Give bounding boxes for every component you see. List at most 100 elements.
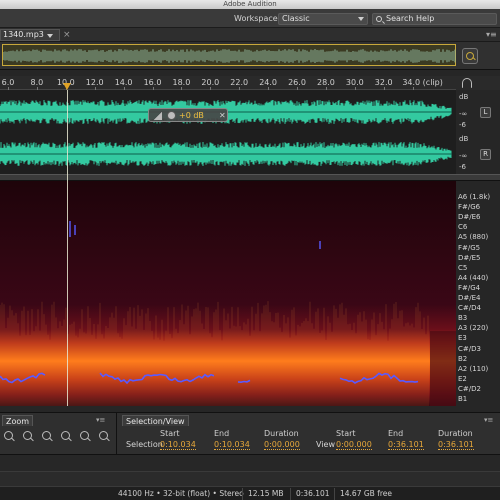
ruler-tick-label: 20.0 <box>201 78 220 87</box>
overview-navigator[interactable] <box>0 42 500 70</box>
spectral-pitch-display[interactable] <box>0 181 456 406</box>
selection-start-field[interactable]: 0:10.034 <box>160 440 196 450</box>
db-minus6-label-2: -6 <box>459 163 466 171</box>
playhead-line[interactable] <box>67 90 68 406</box>
lower-panel-strip-2 <box>0 471 500 486</box>
view-duration-field[interactable]: 0:36.101 <box>438 440 474 450</box>
view-duration-header: Duration <box>438 429 473 438</box>
selection-view-tab[interactable]: Selection/View <box>122 415 189 426</box>
zoom-selection-icon[interactable] <box>99 431 110 442</box>
ruler-tick-label: 12.0 <box>85 78 104 87</box>
pitch-label: C#/D2 <box>458 384 481 393</box>
pitch-label: A2 (110) <box>458 364 489 373</box>
start-header: Start <box>160 429 180 438</box>
ruler-tick-label: 16.0 <box>143 78 162 87</box>
chevron-down-icon[interactable] <box>47 34 53 38</box>
workspace-value: Classic <box>282 14 310 23</box>
ruler-tick-label: 26.0 <box>288 78 306 87</box>
status-divider <box>242 488 243 500</box>
view-end-field[interactable]: 0:36.101 <box>388 440 424 450</box>
spectral-tail <box>430 331 456 406</box>
workspace-select[interactable]: Classic <box>278 13 368 25</box>
workspace-bar: Workspace: Classic Search Help <box>0 9 500 28</box>
pitch-label: A3 (220) <box>458 324 489 333</box>
amplitude-hud[interactable]: +0 dB ✕ <box>148 108 228 122</box>
panel-menu-icon[interactable]: ▾≡ <box>484 416 493 424</box>
close-icon[interactable]: × <box>63 29 71 41</box>
pitch-label: B2 <box>458 354 468 363</box>
selection-label: Selection <box>126 440 163 449</box>
ruler-tick-label: 22.0 <box>230 78 249 87</box>
spectral-graphic <box>0 181 456 406</box>
selection-duration-field[interactable]: 0:00.000 <box>264 440 300 450</box>
ruler-tick-label: 30.0 <box>345 78 364 87</box>
hud-db-value[interactable]: +0 dB <box>179 110 204 121</box>
right-channel-button[interactable]: R <box>480 149 491 160</box>
db-minus6-label: -6 <box>459 121 466 129</box>
chevron-down-icon <box>358 17 364 21</box>
pitch-label: B1 <box>458 395 468 403</box>
zoom-navigator-icon[interactable] <box>462 48 478 64</box>
zoom-in-amplitude-icon[interactable] <box>4 431 15 442</box>
end-header: End <box>214 429 230 438</box>
ruler-tick-label: 6.0 <box>1 78 15 87</box>
file-tab-bar: 1340.mp3 × ▾≡ <box>0 28 500 42</box>
left-channel-waveform[interactable] <box>0 92 456 132</box>
pitch-label: F#/G6 <box>458 203 481 212</box>
duration-header: Duration <box>264 429 299 438</box>
db-inf-label: -∞ <box>459 110 468 118</box>
status-format: 44100 Hz • 32-bit (float) • Stereo <box>118 489 244 498</box>
view-label: View <box>316 440 335 449</box>
lower-panel-strip <box>0 454 500 471</box>
pin-icon[interactable]: ✕ <box>219 110 226 121</box>
help-search-placeholder: Search Help <box>386 14 435 23</box>
waveform-display[interactable] <box>0 90 456 174</box>
pitch-label: E3 <box>458 334 467 343</box>
search-icon <box>376 16 382 22</box>
pitch-scale: A6 (1.8k) F#/G6 D#/E6 C6 A5 (880) F#/G5 D#/E5 C… <box>456 181 500 406</box>
ruler-tick-label: 14.0 <box>114 78 133 87</box>
zoom-in-time-icon[interactable] <box>42 431 53 442</box>
volume-knob[interactable] <box>167 111 176 120</box>
audition-window: Adobe Audition Workspace: Classic Search… <box>0 0 500 500</box>
pitch-label: C5 <box>458 263 468 272</box>
bottom-panels: Zoom ▾≡ Selection/View ▾≡ Start End Dura… <box>0 412 500 455</box>
panel-menu-icon[interactable]: ▾≡ <box>96 416 105 424</box>
file-tab[interactable]: 1340.mp3 <box>0 29 60 41</box>
ruler-tick-label: 34.0 (clip) <box>402 78 443 87</box>
ruler-tick-label: 32.0 <box>374 78 393 87</box>
ruler-tick-label: 24.0 <box>259 78 277 87</box>
zoom-out-full-icon[interactable] <box>61 431 72 442</box>
pitch-label: A4 (440) <box>458 273 489 282</box>
status-divider <box>334 488 335 500</box>
zoom-panel-tab[interactable]: Zoom <box>2 415 34 426</box>
pitch-label: C#/D4 <box>458 304 481 313</box>
overview-waveform[interactable] <box>2 44 456 66</box>
zoom-in-point-icon[interactable] <box>80 431 91 442</box>
pitch-label: F#/G4 <box>458 283 481 292</box>
view-start-field[interactable]: 0:00.000 <box>336 440 372 450</box>
status-duration: 0:36.101 <box>296 489 330 498</box>
pitch-label: A5 (880) <box>458 233 489 242</box>
pitch-label: B3 <box>458 314 468 323</box>
status-file-size: 12.15 MB <box>248 489 284 498</box>
panel-menu-icon[interactable]: ▾≡ <box>486 30 498 40</box>
panel-divider[interactable] <box>0 174 500 181</box>
overview-waveform-path <box>2 49 456 63</box>
zoom-panel: Zoom ▾≡ <box>0 413 117 455</box>
amplitude-scale: dB -∞ -6 L dB -∞ -6 R <box>456 90 500 174</box>
selection-view-panel: Selection/View ▾≡ Start End Duration Sta… <box>120 413 500 455</box>
pitch-label: F#/G5 <box>458 243 481 252</box>
zoom-out-amplitude-icon[interactable] <box>23 431 34 442</box>
right-channel-waveform[interactable] <box>0 134 456 174</box>
help-search-input[interactable]: Search Help <box>372 13 497 25</box>
status-bar: 44100 Hz • 32-bit (float) • Stereo 12.15… <box>0 486 500 500</box>
db-label-2: dB <box>459 135 469 143</box>
left-channel-button[interactable]: L <box>480 107 491 118</box>
pitch-label: C#/D3 <box>458 344 481 353</box>
ruler-tick-label: 28.0 <box>316 78 335 87</box>
pitch-label: C6 <box>458 223 468 232</box>
selection-end-field[interactable]: 0:10.034 <box>214 440 250 450</box>
pitch-label: D#/E5 <box>458 253 481 262</box>
headphones-icon[interactable] <box>462 78 472 88</box>
